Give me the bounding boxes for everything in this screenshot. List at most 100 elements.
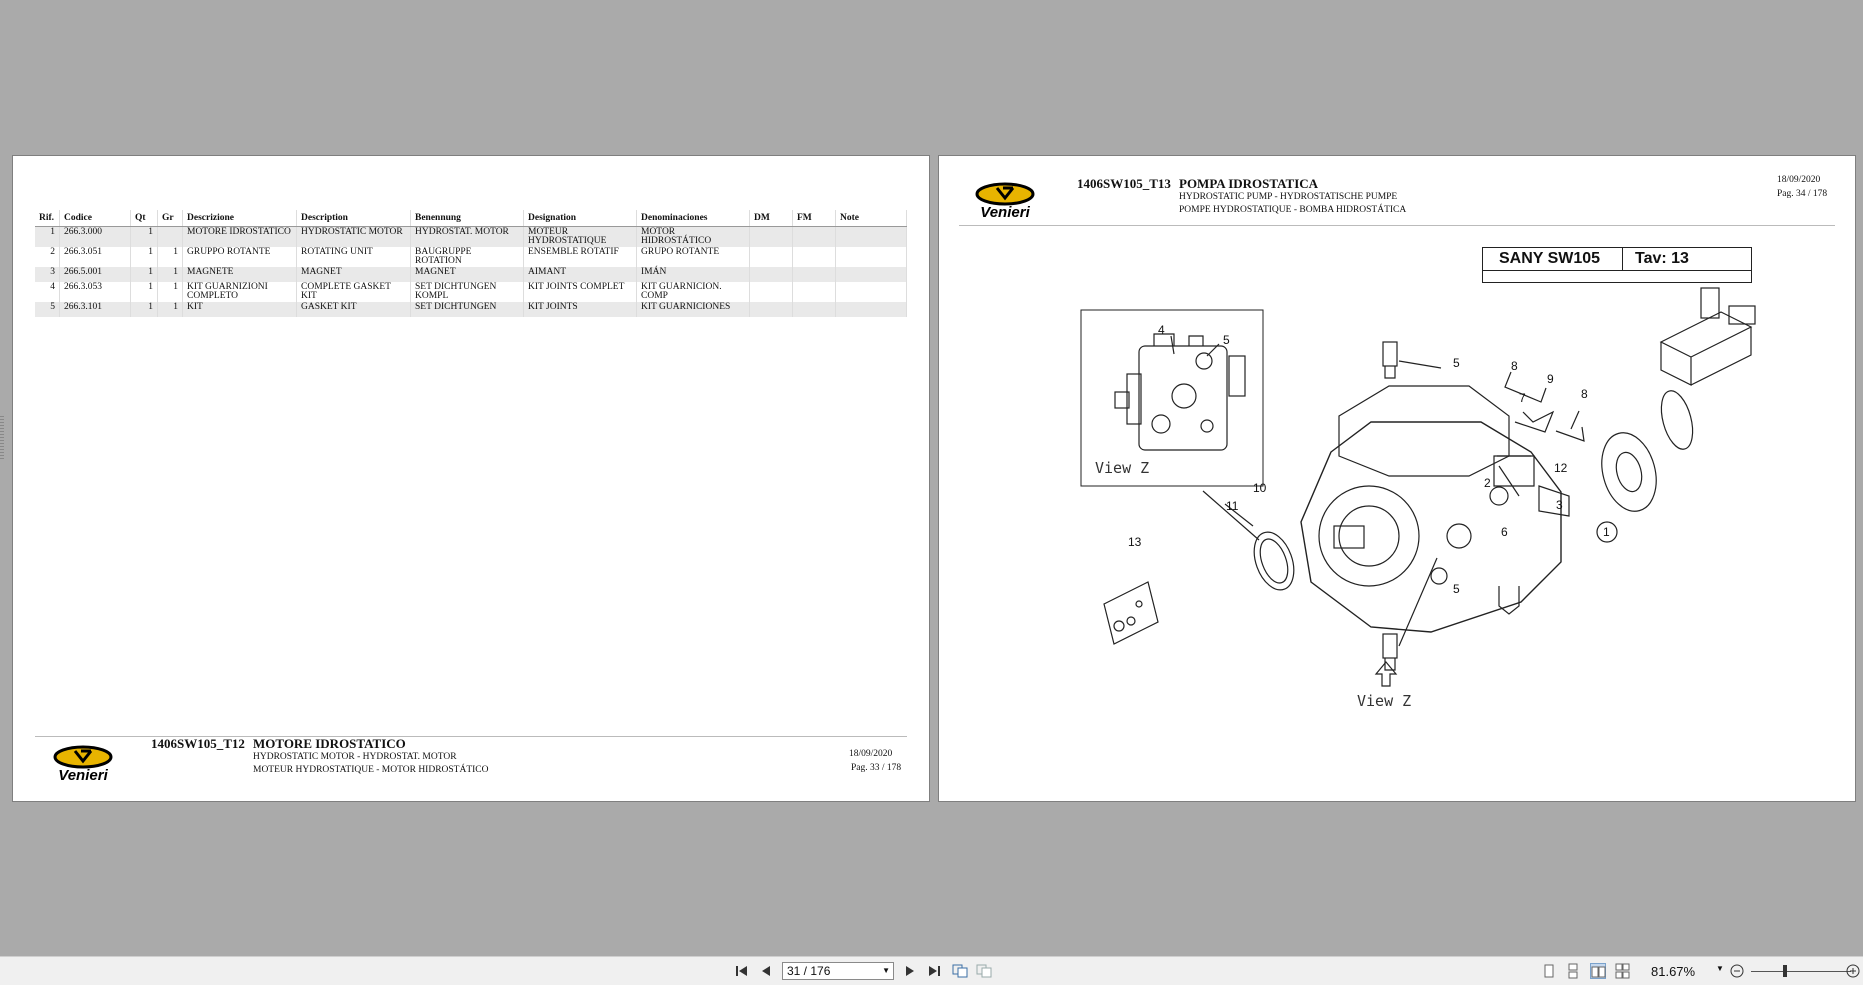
cell-rif: 1 — [35, 226, 60, 247]
first-page-icon — [736, 966, 747, 976]
doc-code: 1406SW105_T12 — [151, 736, 245, 751]
previous-page-button[interactable] — [758, 964, 774, 978]
callout-3: 3 — [1556, 498, 1563, 512]
callout-4: 4 — [1158, 323, 1165, 337]
last-page-icon — [929, 966, 940, 976]
col-codice: Codice — [59, 210, 131, 227]
doc-subtitle-2: MOTEUR HYDROSTATIQUE - MOTOR HIDROSTÁTIC… — [253, 765, 489, 775]
next-view-button[interactable] — [976, 964, 992, 978]
zoom-in-button[interactable] — [1845, 964, 1861, 978]
zoom-dropdown-icon[interactable]: ▼ — [1716, 964, 1724, 973]
cell-qt: 1 — [130, 267, 158, 282]
doc-subtitle-1: HYDROSTATIC MOTOR - HYDROSTAT. MOTOR — [253, 752, 457, 762]
cell-designation: KIT JOINTS COMPLET — [523, 282, 637, 302]
doc-page-number: Pag. 33 / 178 — [851, 763, 902, 773]
zoom-slider-thumb[interactable] — [1783, 965, 1787, 977]
cell-designation: KIT JOINTS — [523, 302, 637, 317]
viewer-toolbar: 31 / 176 ▼ 81.67% ▼ — [0, 956, 1863, 985]
callout-12: 12 — [1554, 461, 1568, 475]
cell-descrizione: GRUPPO ROTANTE — [182, 247, 297, 267]
table-row: 1 266.3.000 1 MOTORE IDROSTATICO HYDROST… — [35, 226, 907, 247]
cell-qt: 1 — [130, 226, 158, 247]
cell-gr: 1 — [157, 282, 183, 302]
cell-rif: 5 — [35, 302, 60, 317]
cell-description: GASKET KIT — [296, 302, 411, 317]
single-page-icon — [1544, 964, 1554, 978]
cell-benennung: HYDROSTAT. MOTOR — [410, 226, 524, 247]
col-gr: Gr — [157, 210, 183, 227]
table-row: 4 266.3.053 1 1 KIT GUARNIZIONI COMPLETO… — [35, 282, 907, 302]
cell-rif: 2 — [35, 247, 60, 267]
cell-code: 266.3.000 — [59, 226, 131, 247]
first-page-button[interactable] — [734, 964, 750, 978]
cell-note — [835, 302, 907, 317]
view-z-arrow-label: View Z — [1357, 692, 1411, 710]
cell-fm — [792, 282, 836, 302]
cell-description: ROTATING UNIT — [296, 247, 411, 267]
col-dm: DM — [749, 210, 793, 227]
cell-descrizione: MOTORE IDROSTATICO — [182, 226, 297, 247]
callout-10: 10 — [1253, 481, 1267, 495]
cell-qt: 1 — [130, 302, 158, 317]
cell-rif: 3 — [35, 267, 60, 282]
cell-dm — [749, 247, 793, 267]
cell-denominaciones: KIT GUARNICIONES — [636, 302, 750, 317]
zoom-slider-track[interactable] — [1751, 971, 1851, 972]
callout-1: 1 — [1603, 525, 1610, 539]
zoom-out-button[interactable] — [1729, 964, 1745, 978]
next-page-icon — [906, 966, 914, 976]
page-number-input[interactable]: 31 / 176 ▼ — [782, 962, 894, 980]
chevron-down-icon[interactable]: ▼ — [882, 963, 890, 979]
callout-2: 2 — [1484, 476, 1491, 490]
callout-7: 7 — [1519, 391, 1526, 405]
continuous-view-button[interactable] — [1565, 963, 1581, 979]
gasket-kit-13 — [1103, 581, 1159, 645]
cell-benennung: SET DICHTUNGEN — [410, 302, 524, 317]
cell-gr: 1 — [157, 247, 183, 267]
view-z-pump-sketch — [1114, 333, 1246, 451]
callout-13: 13 — [1128, 535, 1142, 549]
cell-qt: 1 — [130, 247, 158, 267]
side-splitter-grip[interactable] — [0, 416, 4, 460]
pdf-page-left: Rif. Codice Qt Gr Descrizione Descriptio… — [12, 155, 930, 802]
col-fm: FM — [792, 210, 836, 227]
cell-denominaciones: MOTOR HIDROSTÁTICO — [636, 226, 750, 247]
svg-text:Venieri: Venieri — [58, 767, 108, 784]
callout-6: 6 — [1501, 525, 1508, 539]
cell-description: COMPLETE GASKET KIT — [296, 282, 411, 302]
zoom-level[interactable]: 81.67% — [1651, 964, 1695, 979]
previous-view-icon — [952, 964, 968, 978]
cell-code: 266.3.051 — [59, 247, 131, 267]
callout-5: 5 — [1223, 333, 1230, 347]
cell-code: 266.3.101 — [59, 302, 131, 317]
cell-description: MAGNET — [296, 267, 411, 282]
facing-view-button[interactable] — [1590, 963, 1606, 979]
pdf-page-right: Venieri 1406SW105_T13 POMPA IDROSTATICA … — [938, 155, 1856, 802]
zoom-out-icon — [1730, 964, 1744, 978]
continuous-facing-view-button[interactable] — [1615, 963, 1631, 979]
cell-benennung: SET DICHTUNGEN KOMPL — [410, 282, 524, 302]
col-rif: Rif. — [35, 210, 60, 227]
cell-denominaciones: GRUPO ROTANTE — [636, 247, 750, 267]
table-row: 5 266.3.101 1 1 KIT GASKET KIT SET DICHT… — [35, 302, 907, 317]
last-page-button[interactable] — [926, 964, 942, 978]
bearing-flange-3 — [1601, 432, 1657, 512]
relief-valve-5-bottom — [1382, 633, 1398, 671]
cell-qt: 1 — [130, 282, 158, 302]
doc-date: 18/09/2020 — [849, 749, 893, 759]
previous-view-button[interactable] — [952, 964, 968, 978]
single-page-view-button[interactable] — [1541, 963, 1557, 979]
cell-denominaciones: KIT GUARNICION. COMP — [636, 282, 750, 302]
cell-note — [835, 226, 907, 247]
exploded-parts-diagram: 1 2 3 4 5 5 5 6 7 8 8 9 10 11 12 13 View… — [1080, 287, 1756, 710]
cell-designation: AIMANT — [523, 267, 637, 282]
cell-description: HYDROSTATIC MOTOR — [296, 226, 411, 247]
cell-dm — [749, 282, 793, 302]
relief-valve-5-top — [1382, 341, 1398, 379]
next-page-button[interactable] — [902, 964, 918, 978]
cell-fm — [792, 247, 836, 267]
cell-denominaciones: IMÁN — [636, 267, 750, 282]
callout-5: 5 — [1453, 582, 1460, 596]
page-number-value: 31 / 176 — [787, 964, 831, 978]
view-z-label: View Z — [1095, 459, 1149, 477]
